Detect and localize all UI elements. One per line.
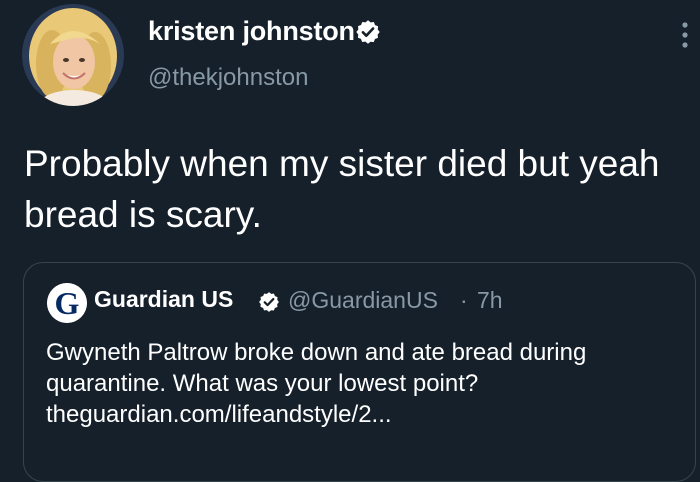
more-vertical-icon[interactable] — [678, 20, 692, 50]
guardian-logo-letter: G — [55, 285, 80, 321]
profile-photo-icon — [22, 4, 124, 106]
quoted-tweet-line: Gwyneth Paltrow broke down and ate bread… — [46, 339, 587, 366]
verified-badge-icon — [356, 20, 380, 44]
verified-badge-icon — [259, 292, 279, 312]
quoted-tweet-text: Gwyneth Paltrow broke down and ate bread… — [46, 337, 686, 430]
author-avatar[interactable] — [22, 4, 124, 106]
quoted-tweet-link[interactable]: theguardian.com/lifeandstyle/2... — [46, 399, 686, 430]
quoted-author-name[interactable]: Guardian US — [94, 286, 233, 313]
quoted-tweet-time[interactable]: 7h — [477, 287, 503, 314]
quoted-tweet-line: quarantine. What was your lowest point? — [46, 370, 479, 397]
quoted-tweet-card[interactable]: G Guardian US @GuardianUS · 7h Gwyneth P… — [23, 262, 696, 482]
meta-separator: · — [460, 287, 468, 313]
tweet-text: Probably when my sister died but yeah br… — [24, 143, 660, 235]
quoted-author-handle[interactable]: @GuardianUS — [288, 287, 438, 314]
author-handle[interactable]: @thekjohnston — [148, 64, 308, 92]
tweet: kristen johnston @thekjohnston Probably … — [0, 0, 700, 482]
author-name[interactable]: kristen johnston — [148, 16, 355, 47]
guardian-logo-icon: G — [47, 283, 87, 323]
quoted-author-avatar[interactable]: G — [47, 283, 87, 323]
